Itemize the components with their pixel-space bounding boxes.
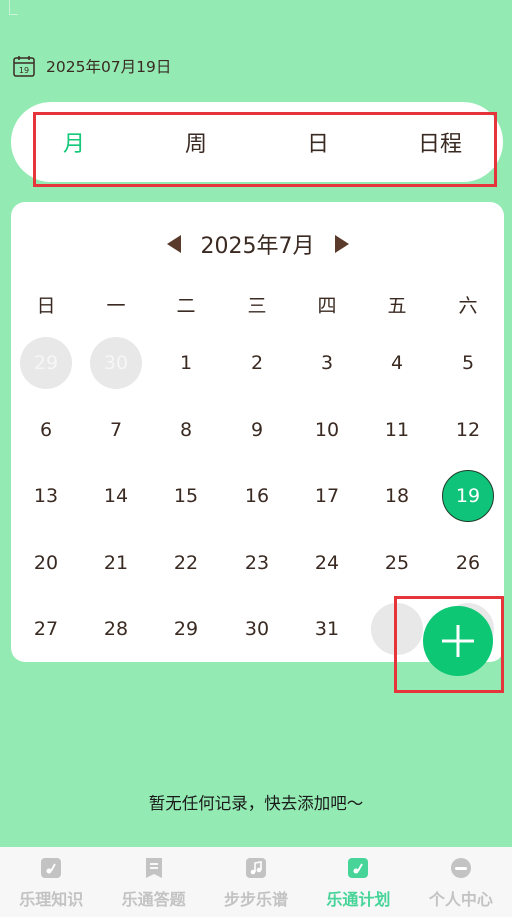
day-cell[interactable]: 21 <box>90 537 142 589</box>
month-navigation: 2025年7月 <box>11 226 504 262</box>
nav-label: 乐通答题 <box>121 890 186 909</box>
day-cell[interactable]: 13 <box>20 470 72 522</box>
note-icon <box>40 857 62 879</box>
current-date-row: 19 2025年07月19日 <box>13 53 171 79</box>
day-cell[interactable]: 27 <box>20 603 72 655</box>
nav-sheet-music[interactable]: 步步乐谱 <box>205 847 307 917</box>
note-icon <box>347 857 369 879</box>
weekday-label: 五 <box>387 294 407 317</box>
day-cell[interactable]: 14 <box>90 470 142 522</box>
status-bar-mark <box>9 0 18 15</box>
day-cell[interactable]: 29 <box>160 603 212 655</box>
plus-icon <box>442 625 474 657</box>
day-cell[interactable]: 6 <box>20 404 72 456</box>
tab-month[interactable]: 月 <box>14 102 134 182</box>
calendar-icon: 19 <box>13 55 35 77</box>
day-cell[interactable]: 11 <box>371 404 423 456</box>
calendar-icon-day: 19 <box>19 66 29 75</box>
tab-week[interactable]: 周 <box>136 102 256 182</box>
day-cell[interactable]: 18 <box>371 470 423 522</box>
day-cell[interactable]: 25 <box>371 537 423 589</box>
day-cell[interactable]: 1 <box>160 337 212 389</box>
nav-label: 乐通计划 <box>326 890 391 909</box>
current-date-text: 2025年07月19日 <box>46 58 172 76</box>
day-cell[interactable]: 7 <box>90 404 142 456</box>
nav-music-theory[interactable]: 乐理知识 <box>0 847 102 917</box>
tab-schedule[interactable]: 日程 <box>380 102 500 182</box>
empty-records-message: 暂无任何记录，快去添加吧～ <box>148 794 364 813</box>
day-cell[interactable]: 23 <box>231 537 283 589</box>
nav-quiz[interactable]: 乐通答题 <box>102 847 204 917</box>
day-cell[interactable]: 9 <box>231 404 283 456</box>
music-icon <box>245 857 267 879</box>
day-cell[interactable]: 5 <box>442 337 494 389</box>
day-cell[interactable]: 4 <box>371 337 423 389</box>
nav-profile[interactable]: 个人中心 <box>410 847 512 917</box>
day-cell[interactable]: 24 <box>301 537 353 589</box>
day-cell[interactable]: 8 <box>160 404 212 456</box>
day-cell-today[interactable]: 19 <box>442 470 494 522</box>
day-cell[interactable]: 31 <box>301 603 353 655</box>
tab-day[interactable]: 日 <box>258 102 378 182</box>
day-cell[interactable]: 29 <box>20 337 72 389</box>
nav-label: 乐理知识 <box>19 890 84 909</box>
nav-label: 个人中心 <box>428 890 493 909</box>
nav-plan[interactable]: 乐通计划 <box>307 847 409 917</box>
triangle-left-icon <box>166 235 181 253</box>
day-cell[interactable]: 26 <box>442 537 494 589</box>
day-cell[interactable]: 30 <box>231 603 283 655</box>
day-cell[interactable]: 12 <box>442 404 494 456</box>
person-icon <box>450 857 472 879</box>
month-title: 2025年7月 <box>200 234 315 259</box>
day-cell[interactable]: 20 <box>20 537 72 589</box>
document-icon <box>143 857 165 879</box>
day-cell-empty[interactable] <box>371 603 423 655</box>
weekday-label: 四 <box>317 294 337 317</box>
weekday-label: 三 <box>247 294 267 317</box>
day-cell[interactable]: 16 <box>231 470 283 522</box>
day-cell[interactable]: 10 <box>301 404 353 456</box>
weekday-label: 二 <box>176 294 196 317</box>
prev-month-button[interactable] <box>163 233 185 255</box>
weekday-label: 一 <box>106 294 126 317</box>
day-cell[interactable]: 22 <box>160 537 212 589</box>
day-cell[interactable]: 3 <box>301 337 353 389</box>
calendar-card: 2025年7月 日一二三四五六 29 30 1 2 3 4 5 6 7 8 9 10 11 12 13 14 15… <box>11 202 504 662</box>
triangle-right-icon <box>334 235 349 253</box>
day-cell[interactable]: 30 <box>90 337 142 389</box>
bottom-navigation: 乐理知识 乐通答题 步步乐谱 乐通计划 个人中心 <box>0 847 512 917</box>
nav-label: 步步乐谱 <box>224 890 289 909</box>
view-mode-tabs: 月 周 日 日程 <box>11 102 503 182</box>
next-month-button[interactable] <box>331 233 353 255</box>
weekday-label: 日 <box>36 294 56 317</box>
weekday-label: 六 <box>458 294 478 317</box>
day-cell[interactable]: 17 <box>301 470 353 522</box>
day-cell[interactable]: 28 <box>90 603 142 655</box>
add-record-button[interactable] <box>423 606 493 676</box>
day-cell[interactable]: 2 <box>231 337 283 389</box>
day-cell[interactable]: 15 <box>160 470 212 522</box>
